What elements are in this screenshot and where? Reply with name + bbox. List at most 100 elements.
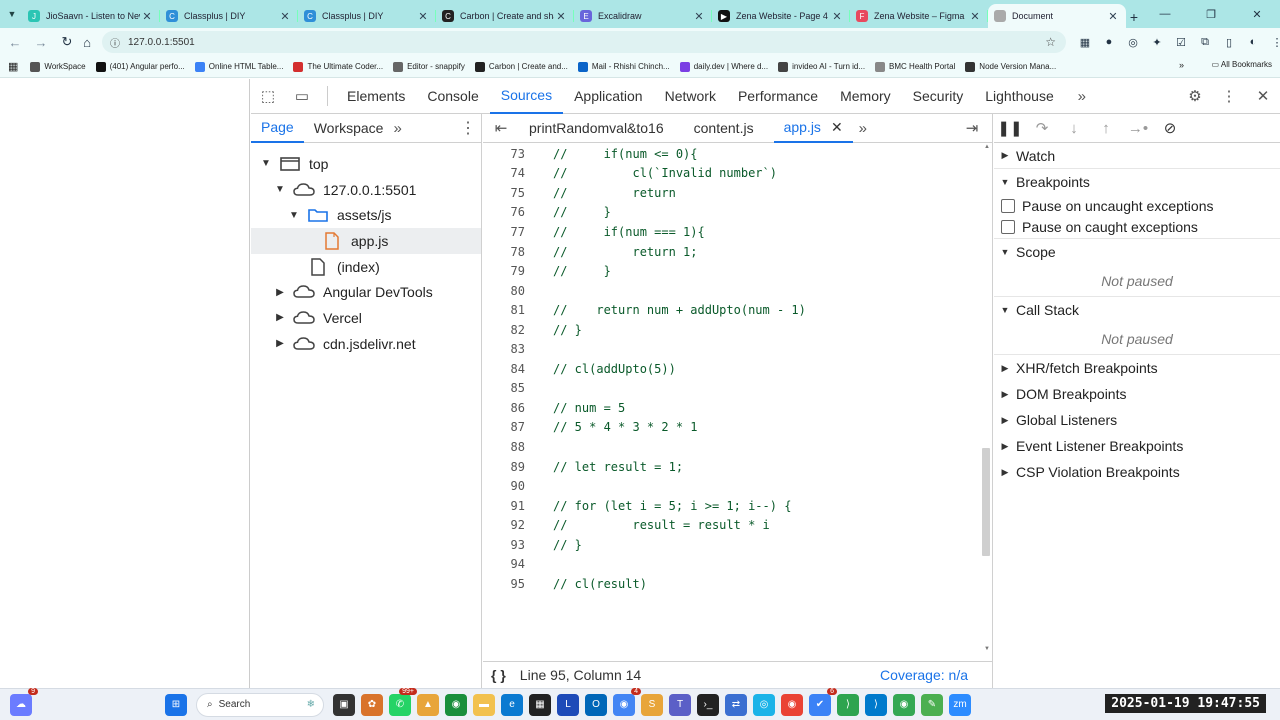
code-line[interactable]: 89 // let result = 1;	[483, 457, 977, 477]
bookmark-item[interactable]: Mail - Rhishi Chinch...	[577, 61, 670, 72]
code-lines[interactable]: 73 // if(num <= 0){74 // cl(`Invalid numbe…	[483, 144, 977, 664]
coverage-status[interactable]: Coverage: n/a	[880, 667, 968, 683]
line-number[interactable]: 85	[483, 381, 525, 395]
apps-grid-icon[interactable]: ▦	[8, 60, 18, 73]
bookmarks-overflow-icon[interactable]: »	[1179, 60, 1184, 70]
code-line[interactable]: 78 // return 1;	[483, 242, 977, 262]
back-arrow-icon[interactable]: ←	[2, 30, 28, 54]
close-devtools-icon[interactable]: ✕	[1246, 81, 1280, 111]
section-scope[interactable]: ▼ Scope	[994, 239, 1280, 265]
code-line[interactable]: 85	[483, 379, 977, 399]
line-number[interactable]: 91	[483, 499, 525, 513]
pause-uncaught-checkbox[interactable]: Pause on uncaught exceptions	[994, 195, 1280, 216]
devtools-menu-icon[interactable]: ⋮	[1212, 81, 1246, 111]
bookmark-item[interactable]: Editor - snappify	[393, 61, 465, 72]
browser-tab[interactable]: ▶ Zena Website - Page 4 ✕	[712, 4, 850, 28]
line-number[interactable]: 78	[483, 245, 525, 259]
line-number[interactable]: 84	[483, 362, 525, 376]
line-number[interactable]: 73	[483, 147, 525, 161]
code-line[interactable]: 90	[483, 476, 977, 496]
line-number[interactable]: 92	[483, 518, 525, 532]
close-tab-icon[interactable]: ✕	[831, 119, 843, 136]
tab-file-app-js[interactable]: app.js ✕	[773, 114, 853, 143]
tree-collapsed-arrow-icon[interactable]: ▶	[273, 312, 287, 323]
browser-tab[interactable]: F Zena Website – Figma ✕	[850, 4, 988, 28]
code-line[interactable]: 75 // return	[483, 183, 977, 203]
code-line[interactable]: 92 // result = result * i	[483, 515, 977, 535]
vscode-insiders-icon[interactable]: ⟩	[837, 693, 859, 716]
sublime-icon[interactable]: S	[641, 693, 663, 716]
deactivate-breakpoints-icon[interactable]: ⊘	[1154, 114, 1186, 143]
tree-node[interactable]: ▼ assets/js	[251, 202, 481, 228]
device-toolbar-icon[interactable]: ▭	[285, 81, 319, 111]
line-number[interactable]: 93	[483, 538, 525, 552]
editor-tabs-more-chevron-icon[interactable]: »	[859, 120, 867, 137]
extension-check-icon[interactable]: ☑	[1172, 32, 1190, 52]
tree-node[interactable]: ▶ cdn.jsdelivr.net	[251, 331, 481, 357]
step-out-icon[interactable]: ↑	[1090, 114, 1122, 143]
step-icon[interactable]: →•	[1122, 114, 1154, 143]
line-number[interactable]: 80	[483, 284, 525, 298]
chrome-green-icon[interactable]: ◉	[445, 693, 467, 716]
minimize-icon[interactable]: —	[1142, 0, 1188, 28]
code-line[interactable]: 88	[483, 437, 977, 457]
debugger-section[interactable]: ▶ Event Listener Breakpoints	[994, 433, 1280, 459]
extension-grid-icon[interactable]: ▦	[1076, 32, 1094, 52]
code-line[interactable]: 86 // num = 5	[483, 398, 977, 418]
debugger-section[interactable]: ▶ DOM Breakpoints	[994, 381, 1280, 407]
browser-tab[interactable]: C Carbon | Create and shar ✕	[436, 4, 574, 28]
tree-collapsed-arrow-icon[interactable]: ▶	[273, 338, 287, 349]
line-number[interactable]: 81	[483, 303, 525, 317]
code-line[interactable]: 87 // 5 * 4 * 3 * 2 * 1	[483, 418, 977, 438]
omnibox[interactable]: ⓘ 127.0.0.1:5501 ☆	[102, 31, 1066, 53]
close-tab-icon[interactable]: ✕	[830, 10, 844, 23]
tree-expanded-arrow-icon[interactable]: ▼	[259, 158, 273, 169]
linkedin-app-icon[interactable]: L	[557, 693, 579, 716]
close-tab-icon[interactable]: ✕	[278, 10, 292, 23]
file-explorer-icon[interactable]: ▬	[473, 693, 495, 716]
code-line[interactable]: 74 // cl(`Invalid number`)	[483, 164, 977, 184]
pause-icon[interactable]: ❚❚	[994, 114, 1026, 143]
chrome-icon[interactable]: ◉ 4	[613, 687, 641, 716]
code-line[interactable]: 73 // if(num <= 0){	[483, 144, 977, 164]
code-line[interactable]: 82 // }	[483, 320, 977, 340]
extension-bug-icon[interactable]: ✦	[1148, 32, 1166, 52]
pretty-print-braces-icon[interactable]: { }	[491, 667, 506, 683]
close-tab-icon[interactable]: ✕	[692, 10, 706, 23]
checkbox-icon[interactable]	[1001, 220, 1015, 234]
profile-avatar-icon[interactable]: ◐	[1244, 32, 1262, 52]
edge-icon[interactable]: e	[501, 693, 523, 716]
chrome-red-icon[interactable]: ◉	[781, 693, 803, 716]
vlc-icon[interactable]: ▲	[417, 693, 439, 716]
tree-node[interactable]: ▼ top	[251, 151, 481, 177]
debugger-section[interactable]: ▶ XHR/fetch Breakpoints	[994, 355, 1280, 381]
code-line[interactable]: 81 // return num + addUpto(num - 1)	[483, 300, 977, 320]
inspect-element-icon[interactable]: ⬚	[251, 81, 285, 111]
tab-workspace[interactable]: Workspace	[304, 114, 394, 143]
store-icon[interactable]: ▦	[529, 693, 551, 716]
line-number[interactable]: 86	[483, 401, 525, 415]
step-into-icon[interactable]: ↓	[1058, 114, 1090, 143]
close-tab-icon[interactable]: ✕	[968, 10, 982, 23]
browser-tab[interactable]: C Classplus | DIY ✕	[298, 4, 436, 28]
bookmark-star-icon[interactable]: ☆	[1045, 35, 1056, 49]
tab-file-content-js[interactable]: content.js	[684, 114, 764, 143]
zoom-icon[interactable]: zm	[949, 693, 971, 716]
app-icon[interactable]: ◎	[753, 693, 775, 716]
step-over-icon[interactable]: ↷	[1026, 114, 1058, 143]
line-number[interactable]: 88	[483, 440, 525, 454]
restore-icon[interactable]: ❐	[1188, 0, 1234, 28]
tree-node[interactable]: ▼ 127.0.0.1:5501	[251, 177, 481, 203]
outlook-icon[interactable]: O	[585, 693, 607, 716]
code-line[interactable]: 91 // for (let i = 5; i >= 1; i--) {	[483, 496, 977, 516]
devtools-tab-console[interactable]: Console	[416, 79, 489, 114]
line-number[interactable]: 76	[483, 205, 525, 219]
bookmark-item[interactable]: WorkSpace	[30, 61, 86, 72]
browser-tab[interactable]: C Classplus | DIY ✕	[160, 4, 298, 28]
bookmark-item[interactable]: Node Version Mana...	[965, 61, 1056, 72]
forward-arrow-icon[interactable]: →	[28, 30, 54, 54]
tab-page[interactable]: Page	[251, 114, 304, 143]
code-line[interactable]: 93 // }	[483, 535, 977, 555]
section-breakpoints[interactable]: ▼ Breakpoints	[994, 169, 1280, 195]
home-icon[interactable]: ⌂	[74, 30, 100, 54]
